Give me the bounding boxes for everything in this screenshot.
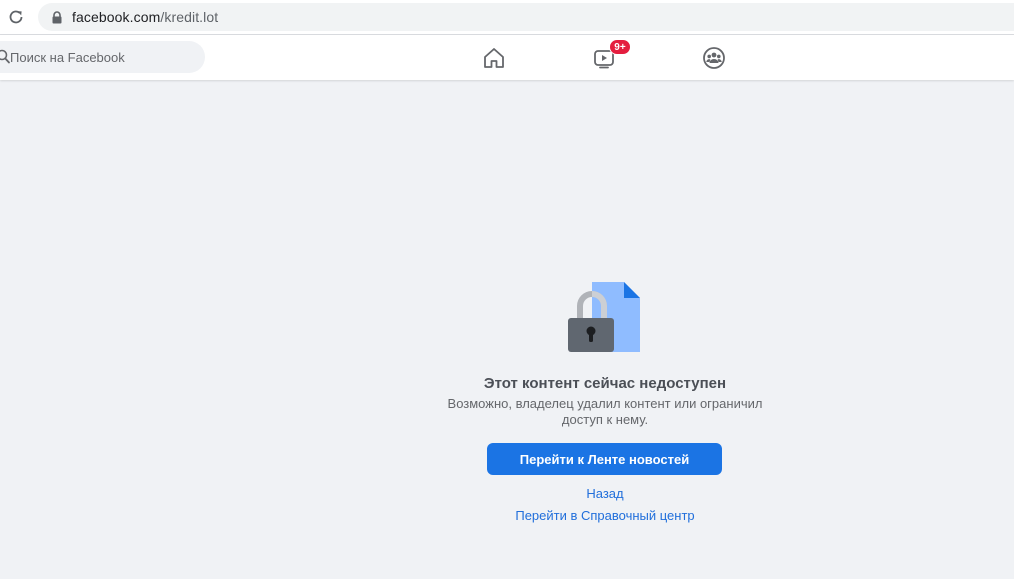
url-field[interactable]: facebook.com/kredit.lot: [38, 3, 1014, 31]
browser-address-bar: facebook.com/kredit.lot: [0, 0, 1014, 34]
reload-icon: [9, 10, 23, 24]
search-input[interactable]: [10, 41, 190, 73]
groups-icon: [703, 47, 725, 69]
watch-notification-badge: 9+: [609, 39, 631, 55]
url-path: /kredit.lot: [160, 9, 219, 25]
url-host: facebook.com: [72, 9, 161, 25]
back-link[interactable]: Назад: [455, 486, 755, 501]
nav-groups-tab[interactable]: [701, 45, 727, 71]
facebook-top-nav: [0, 35, 1014, 80]
message-title: Этот контент сейчас недоступен: [483, 375, 727, 392]
locked-document-icon: [568, 282, 640, 352]
home-icon: [484, 48, 504, 68]
url-text: facebook.com/kredit.lot: [72, 9, 218, 25]
help-center-link[interactable]: Перейти в Справочный центр: [455, 508, 755, 523]
go-to-news-feed-button[interactable]: Перейти к Ленте новостей: [487, 443, 722, 475]
search-box[interactable]: [0, 41, 205, 73]
content-unavailable-panel: Этот контент сейчас недоступен Возможно,…: [0, 80, 1014, 579]
nav-home-tab[interactable]: [481, 45, 507, 71]
reload-button[interactable]: [4, 5, 28, 29]
message-body: Возможно, владелец удалил контент или ог…: [447, 396, 763, 427]
lock-icon: [50, 9, 64, 25]
